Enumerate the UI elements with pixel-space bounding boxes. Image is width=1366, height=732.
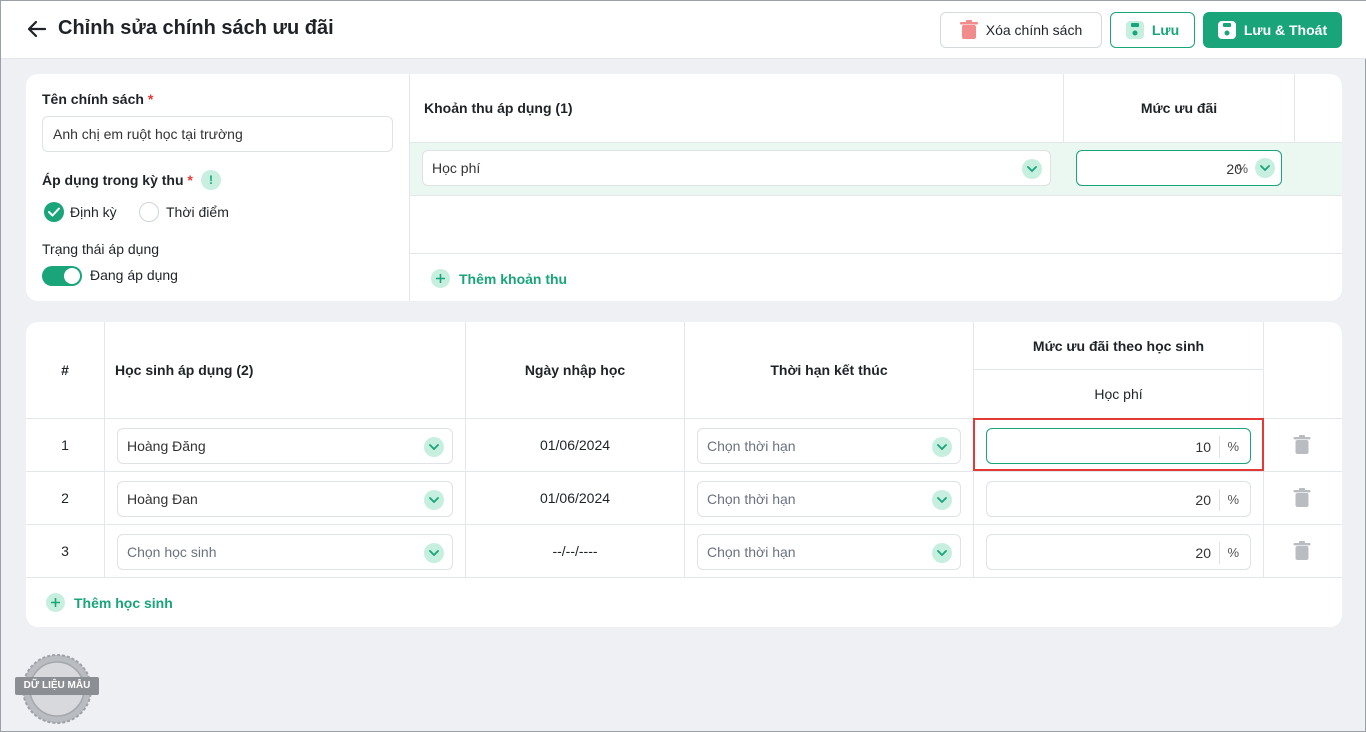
chevron-down-icon [424, 437, 444, 457]
unit-label: % [1236, 161, 1248, 176]
option-periodic-radio[interactable] [44, 202, 64, 222]
divider [974, 369, 1263, 370]
end-term-placeholder: Chọn thời hạn [707, 438, 796, 454]
delete-policy-label: Xóa chính sách [985, 22, 1083, 38]
toggle-knob [64, 268, 80, 284]
save-disk-icon [1217, 21, 1236, 39]
plus-icon [431, 269, 450, 288]
end-term-placeholder: Chọn thời hạn [707, 544, 796, 560]
trash-icon[interactable] [1293, 541, 1311, 561]
student-select[interactable]: Chọn học sinh [117, 534, 453, 570]
fee-level-input[interactable]: 20 % [1076, 150, 1282, 186]
save-and-exit-label: Lưu & Thoát [1243, 22, 1328, 38]
arrow-left-icon[interactable] [25, 17, 49, 41]
chevron-down-icon [932, 437, 952, 457]
divider [1219, 489, 1220, 511]
save-label: Lưu [1151, 22, 1180, 38]
chevron-down-icon[interactable] [1255, 158, 1275, 178]
divider [1219, 542, 1220, 564]
student-column-header: Học sinh áp dụng (2) [115, 362, 254, 378]
delete-policy-button[interactable]: Xóa chính sách [940, 12, 1102, 48]
chevron-down-icon [932, 490, 952, 510]
row-index: 2 [61, 490, 69, 506]
student-level-input[interactable]: 20 % [986, 481, 1251, 517]
add-fee-label: Thêm khoản thu [459, 270, 568, 287]
row-index: 3 [61, 543, 69, 559]
level-value: 20 [1195, 492, 1211, 508]
end-term-select[interactable]: Chọn thời hạn [697, 481, 961, 517]
chevron-down-icon [424, 543, 444, 563]
add-student-button[interactable]: Thêm học sinh [46, 593, 173, 612]
option-point-radio[interactable] [139, 202, 159, 222]
status-label: Trạng thái áp dụng [42, 241, 160, 257]
student-select-value: Hoàng Đan [127, 491, 198, 507]
policy-name-input[interactable]: Anh chị em ruột học tại trường [42, 116, 393, 152]
divider [26, 524, 1342, 525]
level-column-header: Mức ưu đãi [1140, 100, 1218, 116]
stamp-label: DỮ LIỆU MẪU [15, 677, 99, 695]
required-mark: * [147, 91, 154, 107]
option-point-label[interactable]: Thời điểm [166, 204, 229, 220]
level-value: 20 [1195, 545, 1211, 561]
unit-label: % [1227, 545, 1239, 560]
sample-data-stamp: DỮ LIỆU MẪU [15, 653, 99, 725]
highlight-annotation [973, 418, 1264, 471]
fee-select-value: Học phí [432, 160, 481, 176]
check-icon [48, 207, 60, 217]
chevron-down-icon [1022, 159, 1042, 179]
page-title: Chỉnh sửa chính sách ưu đãi [58, 17, 334, 39]
chevron-down-icon [424, 490, 444, 510]
policy-name-label: Tên chính sách * [42, 91, 154, 107]
enroll-date: 01/06/2024 [539, 490, 611, 506]
trash-icon[interactable] [1293, 488, 1311, 508]
divider [104, 322, 105, 577]
index-column-header: # [61, 362, 69, 378]
plus-icon [46, 593, 65, 612]
add-fee-button[interactable]: Thêm khoản thu [431, 269, 567, 288]
level-group-header: Mức ưu đãi theo học sinh [1032, 338, 1205, 354]
page-header: Chỉnh sửa chính sách ưu đãi Xóa chính sá… [1, 1, 1366, 59]
save-and-exit-button[interactable]: Lưu & Thoát [1203, 12, 1342, 48]
enroll-date: 01/06/2024 [539, 437, 611, 453]
end-term-placeholder: Chọn thời hạn [707, 491, 796, 507]
divider [410, 253, 1342, 254]
required-mark: * [187, 172, 193, 188]
period-label: Áp dụng trong kỳ thu * [42, 172, 193, 188]
trash-icon[interactable] [1293, 435, 1311, 455]
level-sub-header: Học phí [1094, 386, 1143, 402]
add-student-label: Thêm học sinh [74, 594, 173, 611]
divider [684, 322, 685, 577]
save-disk-icon [1125, 21, 1144, 39]
student-level-input[interactable]: 20 % [986, 534, 1251, 570]
table-row: Học phí 20 % [410, 143, 1342, 195]
status-toggle[interactable] [42, 266, 82, 286]
end-column-header: Thời hạn kết thúc [770, 362, 888, 378]
save-button[interactable]: Lưu [1110, 12, 1195, 48]
info-icon[interactable]: ! [201, 170, 221, 190]
student-table-card: # Học sinh áp dụng (2) Ngày nhập học Thờ… [26, 322, 1342, 627]
divider [26, 577, 1342, 578]
row-index: 1 [61, 437, 69, 453]
divider [410, 195, 1342, 196]
enroll-column-header: Ngày nhập học [524, 362, 626, 378]
divider [26, 471, 1342, 472]
trash-icon [959, 20, 978, 39]
student-select-placeholder: Chọn học sinh [127, 544, 217, 560]
student-select[interactable]: Hoàng Đan [117, 481, 453, 517]
chevron-down-icon [932, 543, 952, 563]
policy-info-card: Tên chính sách * Anh chị em ruột học tại… [26, 74, 1342, 301]
policy-name-value: Anh chị em ruột học tại trường [53, 126, 243, 142]
option-periodic-label[interactable]: Định kỳ [70, 204, 117, 220]
enroll-date: --/--/---- [552, 543, 598, 559]
end-term-select[interactable]: Chọn thời hạn [697, 534, 961, 570]
unit-label: % [1227, 492, 1239, 507]
fee-column-header: Khoản thu áp dụng (1) [424, 100, 573, 116]
end-term-select[interactable]: Chọn thời hạn [697, 428, 961, 464]
student-select-value: Hoàng Đăng [127, 438, 206, 454]
status-value: Đang áp dụng [90, 267, 178, 283]
fee-select[interactable]: Học phí [422, 150, 1051, 186]
student-select[interactable]: Hoàng Đăng [117, 428, 453, 464]
